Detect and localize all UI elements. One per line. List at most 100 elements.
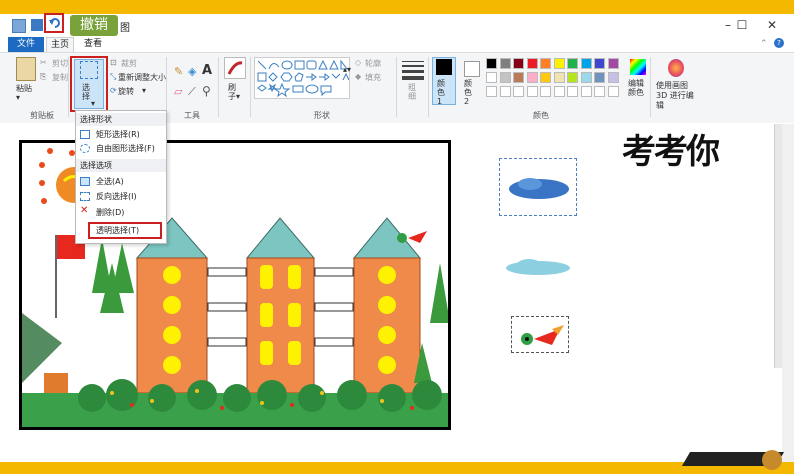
brushes-dropdown-icon[interactable]: ▾ <box>236 92 240 101</box>
ribbon-tabs: 文件 主页 查看 ⌃ ? <box>0 36 794 53</box>
empty-palette-swatch[interactable] <box>553 86 565 97</box>
bird-shape <box>521 325 564 345</box>
palette-swatch[interactable] <box>607 58 619 69</box>
palette-swatch[interactable] <box>567 58 578 69</box>
paint3d-button[interactable]: 使用画图 3D 进行编辑 <box>656 81 698 111</box>
palette-swatch[interactable] <box>499 72 511 83</box>
empty-palette-swatch[interactable] <box>580 86 592 97</box>
bird-selection[interactable] <box>511 316 569 353</box>
separator <box>650 57 651 117</box>
help-icon[interactable]: ? <box>774 38 784 48</box>
tab-file[interactable]: 文件 <box>8 37 44 52</box>
copy-button[interactable]: 复制 <box>52 72 68 83</box>
color2-swatch[interactable] <box>464 61 480 77</box>
empty-palette-swatch[interactable] <box>540 86 551 97</box>
color2-label[interactable]: 颜色 2 <box>464 79 478 106</box>
empty-palette-swatch[interactable] <box>607 86 619 97</box>
cut-button[interactable]: 剪切 <box>52 58 68 69</box>
palette-swatch[interactable] <box>499 58 511 69</box>
colors-group-label: 颜色 <box>533 111 549 120</box>
pencil-icon[interactable]: ✎ <box>174 65 183 78</box>
palette-swatch[interactable] <box>513 72 524 83</box>
fill-bucket-icon[interactable]: ◈ <box>188 65 196 78</box>
size-button[interactable]: 粗细 <box>408 83 418 101</box>
paste-icon[interactable] <box>16 57 36 81</box>
palette-swatch[interactable] <box>486 58 497 69</box>
palette-swatch[interactable] <box>567 72 578 83</box>
empty-palette-swatch[interactable] <box>499 86 511 97</box>
palette-swatch[interactable] <box>513 58 524 69</box>
rotate-icon: ⟳ <box>110 86 117 95</box>
empty-palette-swatch[interactable] <box>567 86 578 97</box>
invert-selection-item[interactable]: 反向选择(I) <box>96 190 137 203</box>
rotate-button[interactable]: 旋转 <box>118 86 134 97</box>
empty-palette-swatch[interactable] <box>526 86 538 97</box>
bottom-banner <box>0 462 794 474</box>
cut-icon: ✂ <box>40 58 47 67</box>
close-button[interactable]: ✕ <box>758 17 786 33</box>
select-shape-header: 选择形状 <box>76 113 166 126</box>
undo-icon[interactable] <box>48 17 60 29</box>
resize-button[interactable]: 重新调整大小 <box>118 72 166 83</box>
resize-icon: ⤡ <box>110 72 117 81</box>
empty-palette-swatch[interactable] <box>486 86 497 97</box>
separator <box>166 57 167 117</box>
tools-group-label: 工具 <box>184 111 200 120</box>
rectangular-selection-item[interactable]: 矩形选择(R) <box>96 128 140 141</box>
eraser-icon[interactable]: ▱ <box>174 85 182 98</box>
magnifier-icon[interactable]: ⚲ <box>202 84 211 98</box>
edit-colors-icon[interactable] <box>630 59 646 75</box>
select-all-item[interactable]: 全选(A) <box>96 175 124 188</box>
window-title: 图 <box>120 23 130 34</box>
brush-icon[interactable] <box>224 57 246 79</box>
maximize-button[interactable]: ☐ <box>728 17 756 33</box>
select-dropdown-icon: ▾ <box>91 99 96 108</box>
app-icon <box>12 19 26 33</box>
empty-palette-swatch[interactable] <box>594 86 605 97</box>
fill-icon: ◆ <box>355 72 362 81</box>
separator <box>428 57 429 117</box>
palette-swatch[interactable] <box>526 72 538 83</box>
color1-swatch <box>436 59 452 75</box>
separator <box>396 57 397 117</box>
fill-button[interactable]: 填充 <box>365 72 381 83</box>
shapes-gallery[interactable] <box>254 57 350 99</box>
palette-swatch[interactable] <box>594 72 605 83</box>
palette-swatch[interactable] <box>580 72 592 83</box>
shape-icons <box>257 59 350 98</box>
tab-view[interactable]: 查看 <box>78 37 108 52</box>
palette-swatch[interactable] <box>486 72 497 83</box>
color1-label: 颜色 1 <box>437 79 445 106</box>
palette-swatch[interactable] <box>526 58 538 69</box>
size-icon[interactable] <box>402 59 424 80</box>
rotate-dropdown-icon[interactable]: ▾ <box>142 86 146 95</box>
save-icon[interactable] <box>31 19 43 31</box>
free-form-selection-item[interactable]: 自由图形选择(F) <box>96 142 155 155</box>
palette-swatch[interactable] <box>607 72 619 83</box>
outline-button[interactable]: 轮廓 <box>365 58 381 69</box>
paint3d-icon[interactable] <box>668 59 684 77</box>
paste-dropdown-icon[interactable]: ▾ <box>16 93 20 102</box>
palette-swatch[interactable] <box>594 58 605 69</box>
scrollbar-track <box>782 124 794 462</box>
blue-blob-selection[interactable] <box>499 158 577 216</box>
palette-swatch[interactable] <box>553 72 565 83</box>
delete-item[interactable]: 删除(D) <box>96 206 124 219</box>
color-picker-icon[interactable]: ⟋ <box>188 85 196 99</box>
shapes-scroll-icon[interactable]: ▴▾ <box>343 65 351 74</box>
select-all-icon <box>80 177 90 186</box>
collapse-ribbon-icon[interactable]: ⌃ <box>760 39 768 49</box>
crop-icon: ⊡ <box>110 58 117 67</box>
palette-swatch[interactable] <box>540 58 551 69</box>
handwriting-text: 考考你 <box>622 132 720 172</box>
text-tool-icon[interactable]: A <box>202 63 212 78</box>
separator <box>250 57 251 117</box>
empty-palette-swatch[interactable] <box>513 86 524 97</box>
palette-swatch[interactable] <box>580 58 592 69</box>
palette-swatch[interactable] <box>540 72 551 83</box>
transparent-selection-item[interactable]: 透明选择(T) <box>96 224 139 237</box>
palette-swatch[interactable] <box>553 58 565 69</box>
crop-button[interactable]: 裁剪 <box>121 58 137 69</box>
edit-colors-button[interactable]: 编辑颜色 <box>628 79 646 97</box>
tab-home[interactable]: 主页 <box>46 37 74 53</box>
